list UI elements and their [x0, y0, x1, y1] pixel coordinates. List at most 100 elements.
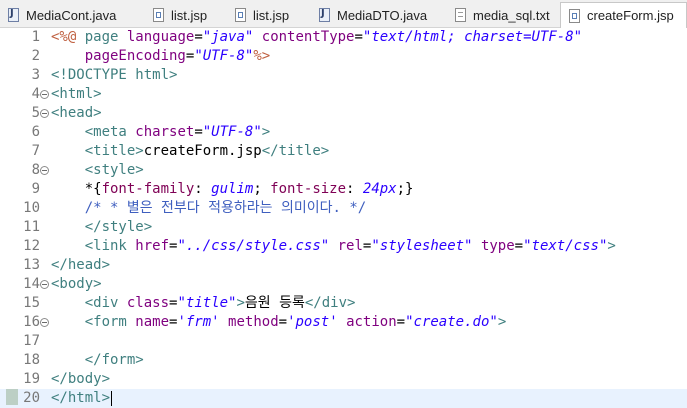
- code-token: "UTF-8": [202, 124, 262, 140]
- java-file-icon: [319, 8, 330, 22]
- fold-collapse-icon[interactable]: [40, 109, 49, 118]
- line-number: 17: [23, 333, 40, 349]
- tab-1[interactable]: MediaCont.java: [0, 3, 145, 27]
- fold-collapse-icon[interactable]: [40, 166, 49, 175]
- tab-2[interactable]: list.jsp: [145, 3, 227, 27]
- code-token: =: [514, 238, 524, 254]
- code-token: =: [396, 314, 406, 330]
- line-number: 18: [23, 352, 40, 368]
- code-text: <link href="../css/style.css" rel="style…: [51, 237, 616, 256]
- code-token: font-family: [101, 181, 195, 197]
- code-token: "title": [177, 295, 237, 311]
- code-token: <html>: [51, 86, 102, 102]
- line-number: 19: [23, 371, 40, 387]
- code-line[interactable]: 11 </style>: [0, 218, 687, 237]
- code-token: </form>: [84, 352, 144, 368]
- tab-label: MediaCont.java: [26, 7, 117, 23]
- code-line[interactable]: 2 pageEncoding="UTF-8"%>: [0, 47, 687, 66]
- tab-3[interactable]: list.jsp: [227, 3, 311, 27]
- code-line[interactable]: 4 <html>: [0, 85, 687, 104]
- tab-4[interactable]: MediaDTO.java: [311, 3, 447, 27]
- line-number: 10: [23, 200, 40, 216]
- code-token: <form: [84, 314, 136, 330]
- code-token: *{: [51, 181, 102, 197]
- code-token: 음원 등록: [244, 295, 305, 311]
- code-token: contentType: [261, 29, 355, 45]
- line-number: 11: [23, 219, 40, 235]
- tab-6[interactable]: createForm.jsp: [560, 2, 687, 28]
- code-token: =: [354, 29, 363, 45]
- code-line[interactable]: 6 <meta charset="UTF-8">: [0, 123, 687, 142]
- line-number: 7: [31, 143, 40, 159]
- code-text: *{font-family: gulim; font-size: 24px;}: [51, 180, 414, 199]
- code-token: </head>: [51, 257, 111, 273]
- fold-collapse-icon[interactable]: [40, 318, 49, 327]
- code-text: </html>: [51, 389, 110, 408]
- code-token: =: [194, 29, 203, 45]
- code-token: "java": [202, 29, 254, 45]
- code-token: <%@: [51, 29, 85, 45]
- code-line[interactable]: 19 </body>: [0, 370, 687, 389]
- code-line[interactable]: 1 <%@ page language="java" contentType="t…: [0, 28, 687, 47]
- code-token: action: [346, 314, 397, 330]
- code-text: <meta charset="UTF-8">: [51, 123, 270, 142]
- code-line[interactable]: 12 <link href="../css/style.css" rel="st…: [0, 237, 687, 256]
- tab-label: list.jsp: [253, 7, 290, 23]
- code-token: <div: [84, 295, 127, 311]
- code-token: name: [135, 314, 170, 330]
- tab-5[interactable]: media_sql.txt: [447, 3, 560, 27]
- code-token: <title>: [84, 143, 144, 159]
- code-token: charset: [135, 124, 195, 140]
- code-line[interactable]: 18 </form>: [0, 351, 687, 370]
- code-token: "create.do": [405, 314, 498, 330]
- code-token: gulim: [211, 181, 254, 197]
- code-line[interactable]: 16 <form name='frm' method='post' action…: [0, 313, 687, 332]
- code-line[interactable]: 10 /* * 별은 전부다 적용하라는 의미이다. */: [0, 199, 687, 218]
- code-text: </body>: [51, 370, 110, 389]
- fold-collapse-icon[interactable]: [40, 280, 49, 289]
- line-number: 9: [31, 181, 40, 197]
- jsp-file-icon: [235, 8, 246, 22]
- code-line[interactable]: 15 <div class="title">음원 등록</div>: [0, 294, 687, 313]
- code-line[interactable]: 20 </html>: [0, 389, 687, 408]
- code-token: =: [278, 314, 288, 330]
- tab-label: createForm.jsp: [587, 8, 674, 23]
- code-token: <link: [84, 238, 136, 254]
- tab-label: MediaDTO.java: [337, 7, 428, 23]
- fold-collapse-icon[interactable]: [40, 90, 49, 99]
- code-token: </style>: [84, 219, 153, 235]
- code-token: 'post': [287, 314, 338, 330]
- line-number: 15: [23, 295, 40, 311]
- code-token: <meta: [84, 124, 136, 140]
- editor-tab-bar: MediaCont.java list.jsp list.jsp MediaDTO.j…: [0, 0, 687, 28]
- code-line[interactable]: 3 <!DOCTYPE html>: [0, 66, 687, 85]
- code-token: "text/html; charset=UTF-8": [362, 29, 583, 45]
- code-line[interactable]: 5 <head>: [0, 104, 687, 123]
- code-token: ;}: [396, 181, 414, 197]
- code-token: "text/css": [523, 238, 608, 254]
- code-token: language: [126, 29, 195, 45]
- line-number: 12: [23, 238, 40, 254]
- code-line[interactable]: 14 <body>: [0, 275, 687, 294]
- code-editor[interactable]: 1 <%@ page language="java" contentType="t…: [0, 28, 687, 408]
- code-line[interactable]: 8 <style>: [0, 161, 687, 180]
- code-line[interactable]: 13 </head>: [0, 256, 687, 275]
- code-line[interactable]: 7 <title>createForm.jsp</title>: [0, 142, 687, 161]
- code-line[interactable]: 9 *{font-family: gulim; font-size: 24px;…: [0, 180, 687, 199]
- code-text: <%@ page language="java" contentType="te…: [51, 28, 582, 47]
- line-number: 8: [31, 162, 40, 178]
- code-line[interactable]: 17: [0, 332, 687, 351]
- code-text: </style>: [51, 218, 152, 237]
- text-caret: [111, 391, 112, 406]
- line-number: 6: [31, 124, 40, 140]
- text-file-icon: [455, 8, 466, 22]
